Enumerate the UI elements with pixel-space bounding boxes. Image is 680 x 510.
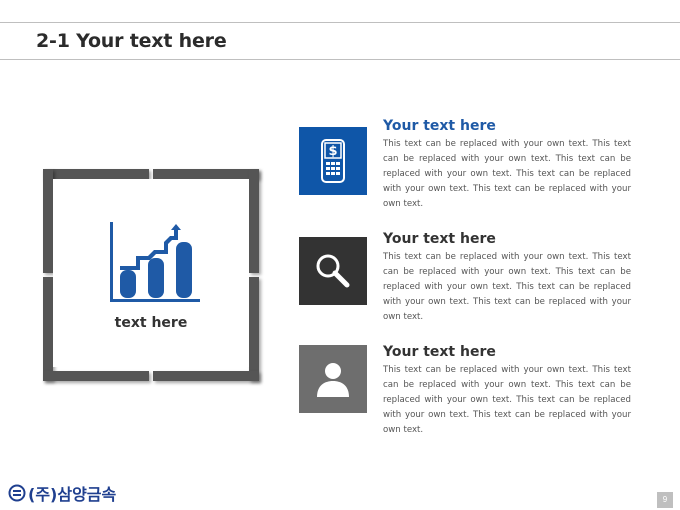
- search-icon: [316, 254, 350, 288]
- top-rule: [0, 22, 680, 23]
- frame-bottom-right: [153, 371, 259, 381]
- frame-right-top: [249, 169, 259, 273]
- frame-top-left: [43, 169, 149, 179]
- tile-1: $: [299, 127, 367, 195]
- frame-bottom-left: [43, 371, 149, 381]
- panel-label: text here: [114, 315, 188, 331]
- item-2-heading: Your text here: [383, 231, 496, 247]
- page-title: 2-1 Your text here: [36, 30, 227, 52]
- svg-text:$: $: [328, 144, 337, 159]
- item-3-heading: Your text here: [383, 344, 496, 360]
- item-2-body: This text can be replaced with your own …: [383, 252, 631, 322]
- logo-emblem-icon: [8, 484, 26, 502]
- title-rule: [0, 59, 680, 60]
- phone-dollar-icon: $: [321, 139, 345, 183]
- bar-chart-icon: [110, 222, 200, 302]
- item-1-heading: Your text here: [383, 118, 496, 134]
- frame-top-right: [153, 169, 259, 179]
- frame-left-bottom: [43, 277, 53, 381]
- page-number: 9: [657, 492, 673, 508]
- frame-right-bottom: [249, 277, 259, 381]
- logo-text: (주)삼양금속: [28, 485, 117, 504]
- frame-left-top: [43, 169, 53, 273]
- tile-2: [299, 237, 367, 305]
- item-1-body: This text can be replaced with your own …: [383, 139, 631, 209]
- user-icon: [317, 363, 349, 397]
- company-logo: (주)삼양금속: [8, 481, 116, 505]
- item-3-body: This text can be replaced with your own …: [383, 365, 631, 435]
- tile-3: [299, 345, 367, 413]
